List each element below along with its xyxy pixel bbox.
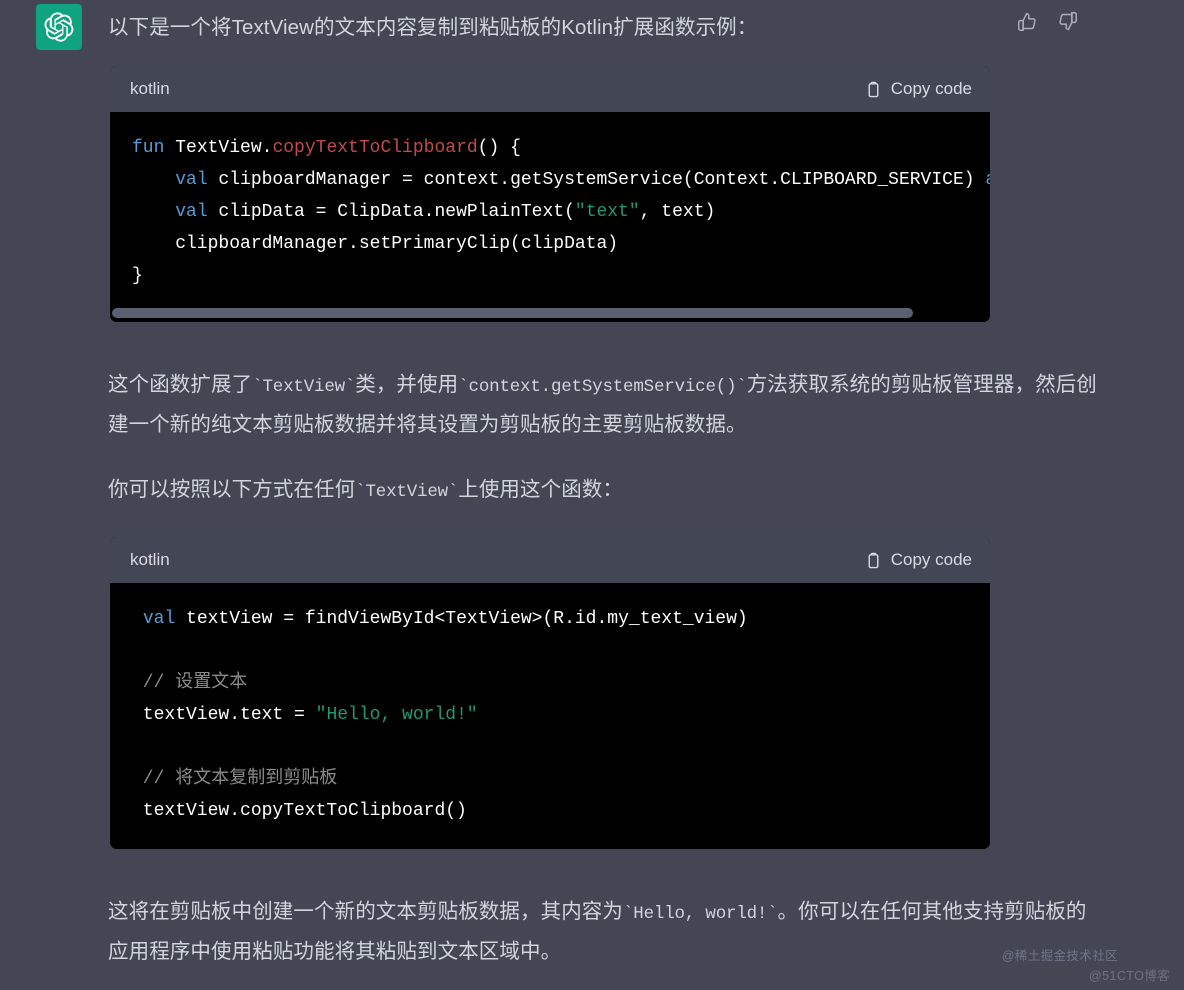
code-token: }	[132, 266, 143, 286]
code-block-1-header: kotlin Copy code	[110, 66, 990, 112]
code-token: // 将文本复制到剪贴板	[132, 769, 338, 789]
explanation-text-2: 类，并使用	[355, 373, 459, 396]
code-token: , text)	[639, 202, 716, 222]
code-line: fun TextView.copyTextToClipboard() {	[110, 132, 990, 164]
code-line: }	[110, 260, 990, 292]
clipboard-icon	[868, 552, 879, 568]
assistant-message: 以下是一个将TextView的文本内容复制到粘贴板的Kotlin扩展函数示例： …	[0, 0, 1184, 970]
usage-text-2: 上使用这个函数：	[458, 478, 624, 501]
thumbs-up-icon	[1017, 12, 1036, 31]
code-block-2-copy-label: Copy code	[890, 550, 972, 569]
code-token: textView = findViewById<TextView>(R.id.m…	[175, 609, 748, 629]
code-token: textView.copyTextToClipboard()	[132, 801, 467, 821]
explanation-paragraph: 这个函数扩展了`TextView`类，并使用`context.getSystem…	[108, 366, 1184, 443]
thumbs-down-icon	[1058, 11, 1077, 30]
code-token: "Hello, world!"	[315, 705, 478, 725]
code-block-1: kotlin Copy code fun TextView.copyTextTo…	[110, 66, 990, 322]
code-block-1-body: fun TextView.copyTextToClipboard() { val…	[110, 112, 990, 308]
code-block-1-scrollbar-track[interactable]	[110, 308, 990, 322]
code-block-1-language: kotlin	[130, 79, 170, 98]
code-line: textView.text = "Hello, world!"	[110, 699, 990, 731]
code-token: clipData = ClipData.newPlainText(	[207, 202, 575, 222]
inline-code-textview-1: `TextView`	[252, 377, 356, 397]
code-token: clipboardManager.setPrimaryClip(clipData…	[132, 234, 619, 254]
code-block-2-wrapper: kotlin Copy code val textView = findView…	[108, 537, 1184, 849]
thumbs-down-button[interactable]	[1054, 8, 1080, 34]
code-token: val	[175, 202, 208, 222]
code-block-2-header: kotlin Copy code	[110, 537, 990, 583]
inline-code-textview-2: `TextView`	[355, 482, 459, 502]
code-line: textView.copyTextToClipboard()	[110, 795, 990, 827]
intro-text: 以下是一个将TextView的文本内容复制到粘贴板的Kotlin扩展函数示例：	[108, 16, 758, 39]
code-block-1-scrollbar-thumb[interactable]	[112, 308, 913, 318]
code-line: clipboardManager.setPrimaryClip(clipData…	[110, 228, 990, 260]
code-token: () {	[477, 138, 521, 158]
code-token: val	[142, 609, 176, 629]
code-line: val clipboardManager = context.getSystem…	[110, 164, 990, 196]
avatar	[36, 4, 82, 50]
code-line: val textView = findViewById<TextView>(R.…	[110, 603, 990, 635]
inline-code-getsystemservice: `context.getSystemService()`	[458, 377, 747, 397]
code-token: textView.text =	[132, 705, 316, 725]
code-line: // 设置文本	[110, 667, 990, 699]
code-token: // 设置文本	[132, 673, 248, 693]
message-feedback-actions	[1014, 8, 1080, 34]
code-line: val clipData = ClipData.newPlainText("te…	[110, 196, 990, 228]
clipboard-icon	[868, 81, 879, 97]
code-block-2-copy-button[interactable]: Copy code	[865, 550, 972, 570]
avatar-column	[0, 0, 108, 970]
code-token: fun	[132, 138, 176, 158]
code-token: "text"	[574, 202, 640, 222]
message-content: 以下是一个将TextView的文本内容复制到粘贴板的Kotlin扩展函数示例： …	[108, 0, 1184, 970]
chatgpt-logo-icon	[44, 12, 74, 42]
code-line	[110, 731, 990, 763]
usage-paragraph: 你可以按照以下方式在任何`TextView`上使用这个函数：	[108, 471, 1184, 511]
code-token: TextView.	[175, 138, 273, 158]
inline-code-hello-world: `Hello, world!`	[623, 904, 778, 924]
code-token: clipboardManager = context.getSystemServ…	[207, 170, 986, 190]
code-block-1-copy-label: Copy code	[890, 79, 972, 98]
code-token: as	[985, 170, 990, 190]
code-line: // 将文本复制到剪贴板	[110, 763, 990, 795]
code-block-2-body: val textView = findViewById<TextView>(R.…	[110, 583, 990, 849]
code-token: copyTextToClipboard	[272, 138, 478, 158]
code-block-1-wrapper: kotlin Copy code fun TextView.copyTextTo…	[108, 66, 1184, 322]
code-block-2: kotlin Copy code val textView = findView…	[110, 537, 990, 849]
code-token: val	[175, 170, 208, 190]
result-paragraph: 这将在剪贴板中创建一个新的文本剪贴板数据，其内容为`Hello, world!`…	[108, 893, 1184, 970]
code-block-2-language: kotlin	[130, 550, 170, 569]
code-block-1-copy-button[interactable]: Copy code	[865, 79, 972, 99]
usage-text-1: 你可以按照以下方式在任何	[108, 478, 356, 501]
result-text-1: 这将在剪贴板中创建一个新的文本剪贴板数据，其内容为	[108, 900, 623, 923]
thumbs-up-button[interactable]	[1014, 8, 1040, 34]
explanation-text-1: 这个函数扩展了	[108, 373, 253, 396]
code-line	[110, 635, 990, 667]
